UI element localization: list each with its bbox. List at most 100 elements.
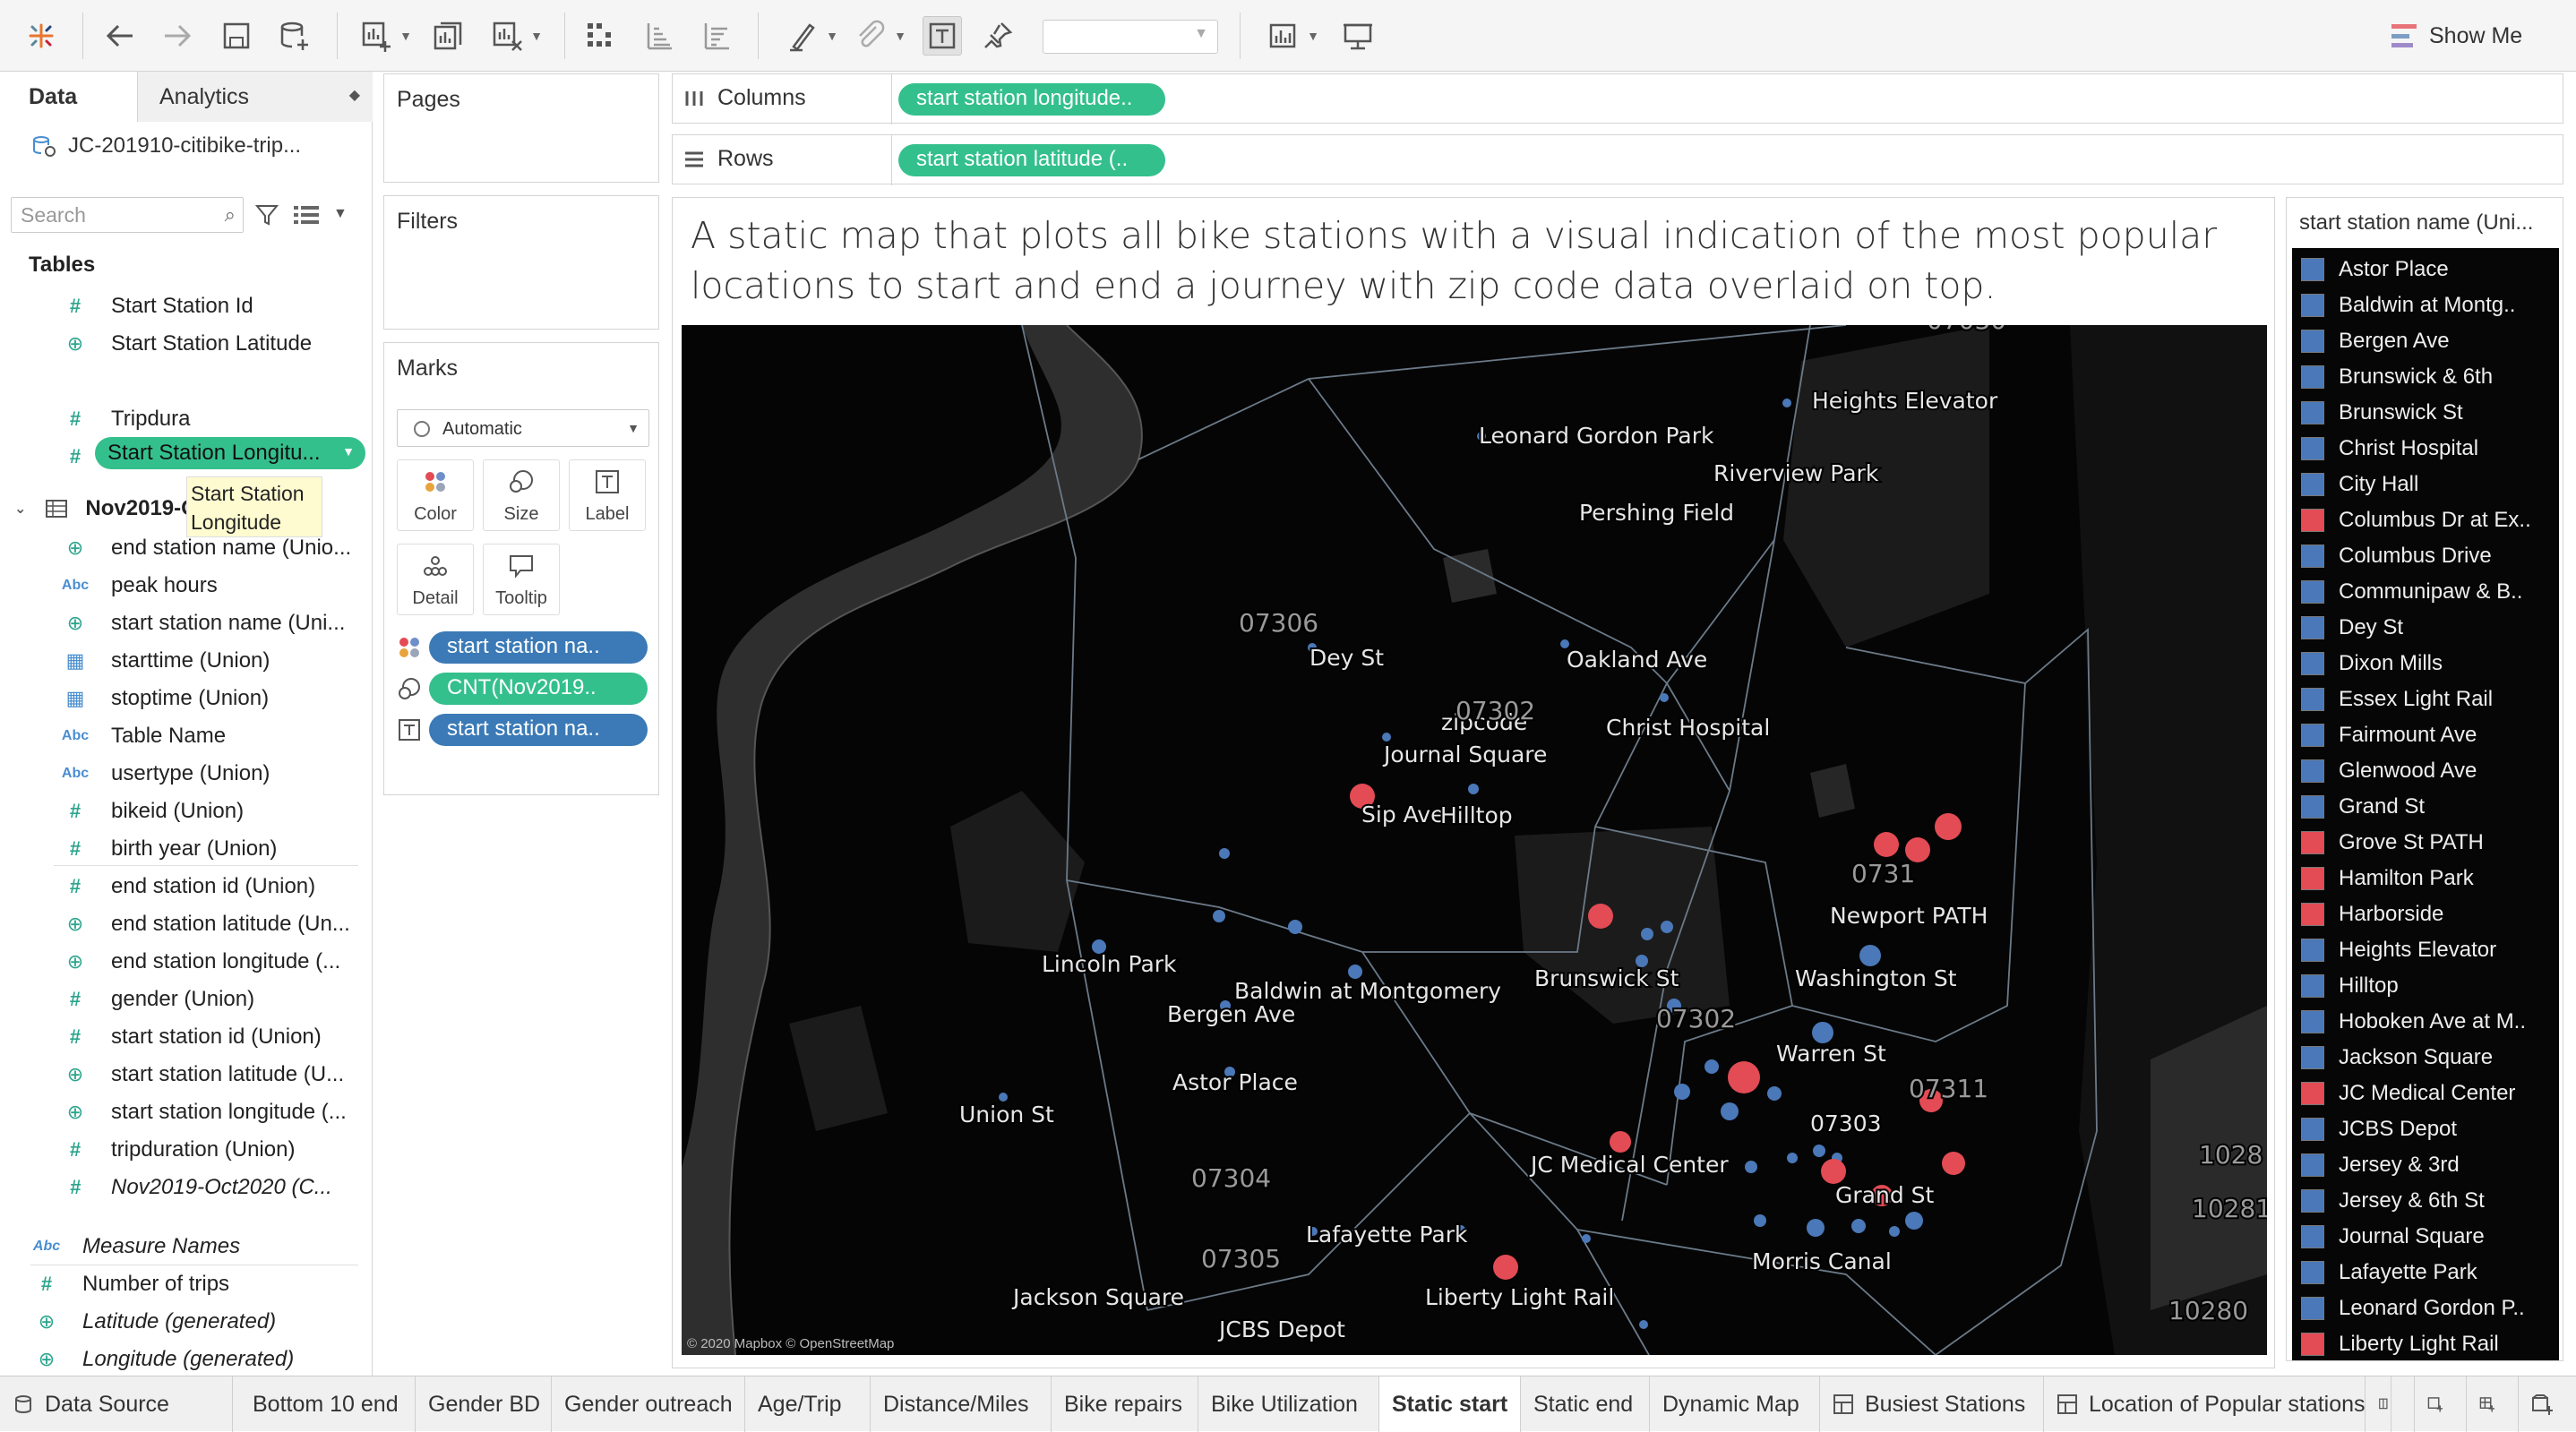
popular-station-dot[interactable] [1821, 1159, 1846, 1184]
popular-station-dot[interactable] [1493, 1255, 1518, 1280]
station-dot[interactable] [1754, 1214, 1766, 1227]
legend-item[interactable]: Jersey & 6th St [2301, 1185, 2485, 1217]
sheet-tab[interactable]: Busiest Stations [1820, 1376, 2044, 1432]
color-pill[interactable]: start station na.. [429, 631, 648, 664]
field-item[interactable]: Abc usertype (Union) [62, 756, 270, 792]
chevron-down-icon[interactable]: ▼ [342, 444, 355, 459]
legend-item[interactable]: Harborside [2301, 898, 2443, 930]
label-button[interactable]: Label [569, 459, 646, 531]
station-dot[interactable] [1219, 848, 1230, 859]
sort-ascending-icon[interactable] [640, 16, 679, 56]
save-icon[interactable] [217, 16, 256, 56]
station-dot[interactable] [1745, 1161, 1757, 1173]
legend-item[interactable]: JCBS Depot [2301, 1113, 2457, 1145]
sheet-tab[interactable]: Static end [1521, 1376, 1650, 1432]
legend-item[interactable]: Baldwin at Montg.. [2301, 289, 2515, 322]
station-dot[interactable] [1582, 1234, 1591, 1243]
station-dot[interactable] [1661, 921, 1673, 933]
legend-item[interactable]: Columbus Dr at Ex.. [2301, 504, 2531, 536]
search-input[interactable]: Search ⌕ [11, 197, 244, 233]
legend-item[interactable]: Grand St [2301, 791, 2425, 823]
legend-item[interactable]: Heights Elevator [2301, 934, 2496, 966]
presentation-icon[interactable] [1338, 16, 1378, 56]
legend-item[interactable]: City Hall [2301, 468, 2418, 501]
station-dot[interactable] [1859, 945, 1881, 966]
legend-item[interactable]: Hamilton Park [2301, 862, 2474, 895]
new-worksheet-tab-icon[interactable] [2415, 1376, 2467, 1432]
tableau-logo-icon[interactable] [23, 16, 59, 56]
legend-item[interactable]: Jackson Square [2301, 1042, 2493, 1074]
new-datasource-tab-icon[interactable] [2365, 1376, 2415, 1432]
field-item[interactable]: ⊕ Latitude (generated) [34, 1304, 276, 1340]
field-item[interactable]: ⊕ end station latitude (Un... [63, 906, 350, 942]
sheet-tab[interactable]: Distance/Miles [871, 1376, 1052, 1432]
field-item[interactable]: # tripduration (Union) [63, 1132, 296, 1168]
popular-station-dot[interactable] [1935, 813, 1962, 840]
new-story-tab-icon[interactable] [2519, 1376, 2576, 1432]
popular-station-dot[interactable] [1588, 904, 1613, 929]
field-item[interactable]: # end station id (Union) [63, 869, 315, 905]
station-dot[interactable] [1721, 1102, 1739, 1120]
station-dot[interactable] [1660, 693, 1669, 702]
legend-item[interactable]: Hilltop [2301, 970, 2399, 1002]
legend-item[interactable]: Dey St [2301, 612, 2403, 644]
map-view[interactable]: Heights Elevator Leonard Gordon Park River… [682, 325, 2267, 1355]
new-datasource-icon[interactable] [274, 16, 313, 56]
sheet-tab[interactable]: Bottom 10 end [240, 1376, 416, 1432]
clear-sheet-icon[interactable]: ▼ [484, 16, 548, 56]
popular-station-dot[interactable] [1610, 1131, 1631, 1153]
station-dot[interactable] [1468, 784, 1479, 794]
filter-icon[interactable] [254, 202, 279, 227]
station-dot[interactable] [1807, 1219, 1825, 1237]
field-item[interactable]: ▦ starttime (Union) [63, 643, 270, 679]
field-item[interactable]: ⊕ start station longitude (... [63, 1094, 347, 1130]
field-item[interactable]: ▦ stoptime (Union) [63, 681, 269, 716]
label-icon[interactable] [923, 16, 962, 56]
list-view-icon[interactable] [294, 204, 319, 226]
legend-item[interactable]: Astor Place [2301, 253, 2449, 286]
sheet-tab[interactable]: Gender BD [416, 1376, 552, 1432]
station-dot[interactable] [1767, 1086, 1782, 1101]
tab-data[interactable]: Data [0, 72, 138, 122]
field-item[interactable]: # bikeid (Union) [63, 793, 244, 829]
field-item[interactable]: Abc Table Name [62, 718, 226, 754]
view-dropdown-icon[interactable]: ▼ [333, 206, 348, 222]
field-item[interactable]: ⊕ start station latitude (U... [63, 1057, 344, 1093]
station-dot[interactable] [1851, 1219, 1866, 1233]
detail-button[interactable]: Detail [397, 544, 474, 615]
duplicate-icon[interactable] [428, 16, 468, 56]
popular-station-dot[interactable] [1874, 832, 1899, 857]
station-dot[interactable] [1382, 733, 1391, 742]
new-dashboard-tab-icon[interactable] [2467, 1376, 2519, 1432]
legend-item[interactable]: Leonard Gordon P.. [2301, 1292, 2525, 1325]
popular-station-dot[interactable] [1942, 1152, 1965, 1175]
legend-title[interactable]: start station name (Uni... [2299, 210, 2533, 236]
field-item[interactable]: # Start Station Id [63, 288, 253, 324]
highlight-icon[interactable]: ▼ [785, 16, 838, 56]
label-pill[interactable]: start station na.. [429, 714, 648, 746]
tab-data-source[interactable]: Data Source [0, 1376, 233, 1432]
field-item[interactable]: # Nov2019-Oct2020 (C... [63, 1170, 332, 1205]
legend-item[interactable]: Jersey & 3rd [2301, 1149, 2460, 1181]
station-dot[interactable] [1288, 920, 1302, 934]
station-dot[interactable] [1704, 1059, 1719, 1074]
station-dot[interactable] [1905, 1212, 1923, 1230]
redo-icon[interactable] [158, 16, 197, 56]
legend-item[interactable]: Communipaw & B.. [2301, 576, 2522, 608]
legend-item[interactable]: Columbus Drive [2301, 540, 2492, 572]
field-item[interactable]: # start station id (Union) [63, 1019, 322, 1055]
legend-item[interactable]: Essex Light Rail [2301, 683, 2493, 716]
tooltip-button[interactable]: Tooltip [483, 544, 560, 615]
legend-item[interactable]: Hoboken Ave at M.. [2301, 1006, 2526, 1038]
mark-type-dropdown[interactable]: Automatic ▼ [397, 409, 649, 447]
legend-item[interactable]: Christ Hospital [2301, 433, 2478, 465]
sheet-tab[interactable]: Static start [1379, 1376, 1521, 1432]
size-button[interactable]: Size [483, 459, 560, 531]
sheet-tab[interactable]: Gender outreach [552, 1376, 745, 1432]
station-dot[interactable] [1639, 1320, 1648, 1329]
sheet-tab[interactable]: Location of Popular stations [2044, 1376, 2391, 1432]
sheet-tab[interactable]: Dynamic Map [1650, 1376, 1820, 1432]
legend-item[interactable]: Brunswick St [2301, 397, 2463, 429]
new-worksheet-icon[interactable]: ▼ [353, 16, 417, 56]
sort-descending-icon[interactable] [697, 16, 736, 56]
